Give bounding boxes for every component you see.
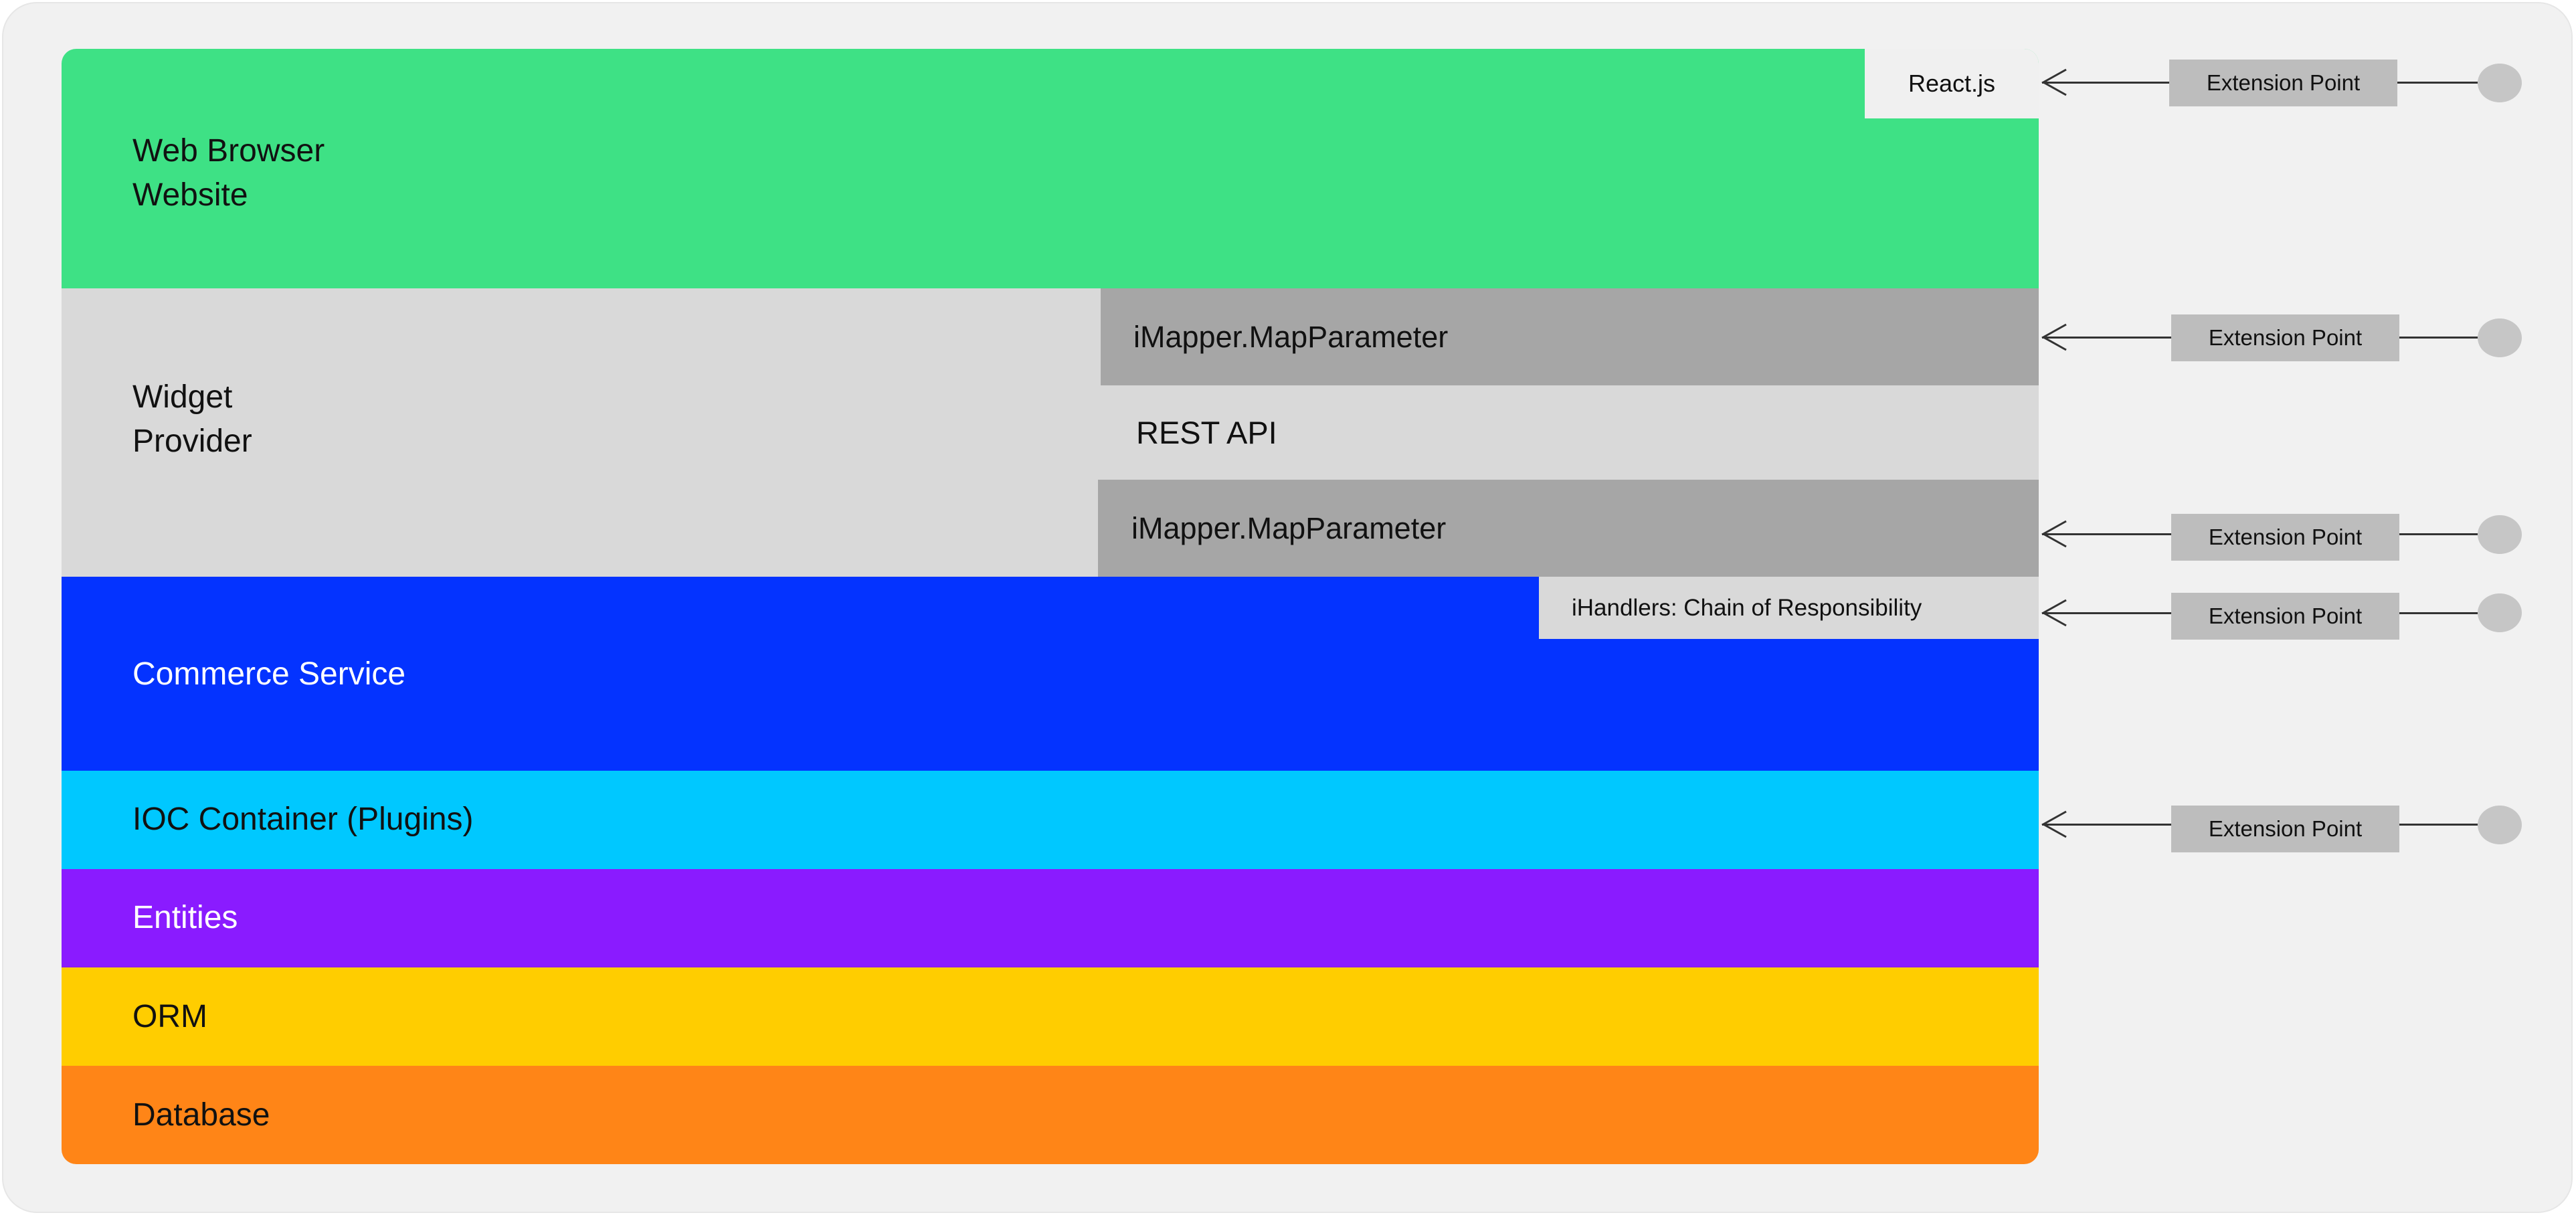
rest-api-box: REST API	[1101, 385, 2039, 480]
layer-commerce-service: Commerce Service iHandlers: Chain of Res…	[62, 577, 2039, 771]
layer-ioc-container-label: IOC Container (Plugins)	[132, 802, 474, 837]
layer-orm-label: ORM	[132, 999, 207, 1034]
react-box: React.js	[1865, 49, 2039, 118]
connector-dot	[2478, 64, 2522, 102]
layer-commerce-service-label: Commerce Service	[132, 656, 406, 692]
mapper-bottom-box: iMapper.MapParameter	[1098, 480, 2039, 577]
handlers-label: iHandlers: Chain of Responsibility	[1572, 594, 1922, 621]
extension-point-pill: Extension Point	[2171, 514, 2399, 561]
extension-point-pill: Extension Point	[2171, 314, 2399, 361]
mapper-bottom-label: iMapper.MapParameter	[1131, 510, 1447, 545]
connector-dot	[2478, 806, 2522, 844]
layer-entities-label: Entities	[132, 900, 238, 935]
rest-api-label: REST API	[1136, 415, 1277, 450]
connector-line	[2042, 824, 2171, 826]
mapper-top-label: iMapper.MapParameter	[1133, 319, 1449, 354]
mapper-top-box: iMapper.MapParameter	[1101, 288, 2039, 385]
connector-line	[2042, 612, 2171, 614]
connector-line	[2397, 82, 2478, 84]
extension-point-pill: Extension Point	[2171, 806, 2399, 852]
layer-entities: Entities	[62, 869, 2039, 967]
connector-line	[2399, 612, 2478, 614]
extension-point-pill: Extension Point	[2169, 60, 2397, 106]
handlers-box: iHandlers: Chain of Responsibility	[1539, 577, 2039, 639]
connector-line	[2042, 337, 2171, 339]
connector-dot	[2478, 318, 2522, 357]
connector-line	[2042, 533, 2171, 535]
connector-line	[2399, 533, 2478, 535]
layer-database-label: Database	[132, 1097, 270, 1133]
layer-stack: Web Browser Website React.js Widget Prov…	[62, 49, 2039, 1164]
connector-dot	[2478, 515, 2522, 554]
connector-line	[2399, 824, 2478, 826]
connector-dot	[2478, 593, 2522, 632]
extension-point-pill: Extension Point	[2171, 593, 2399, 640]
architecture-diagram: Web Browser Website React.js Widget Prov…	[0, 0, 2576, 1217]
layer-web-browser: Web Browser Website React.js	[62, 49, 2039, 288]
react-label: React.js	[1908, 70, 1996, 97]
layer-database: Database	[62, 1066, 2039, 1164]
layer-widget-provider: Widget Provider iMapper.MapParameter RES…	[62, 288, 2039, 577]
layer-web-browser-label: Web Browser Website	[132, 133, 325, 213]
layer-orm: ORM	[62, 967, 2039, 1066]
connector-line	[2042, 82, 2169, 84]
layer-ioc-container: IOC Container (Plugins)	[62, 771, 2039, 869]
connector-line	[2399, 337, 2478, 339]
layer-widget-provider-label: Widget Provider	[132, 379, 252, 459]
